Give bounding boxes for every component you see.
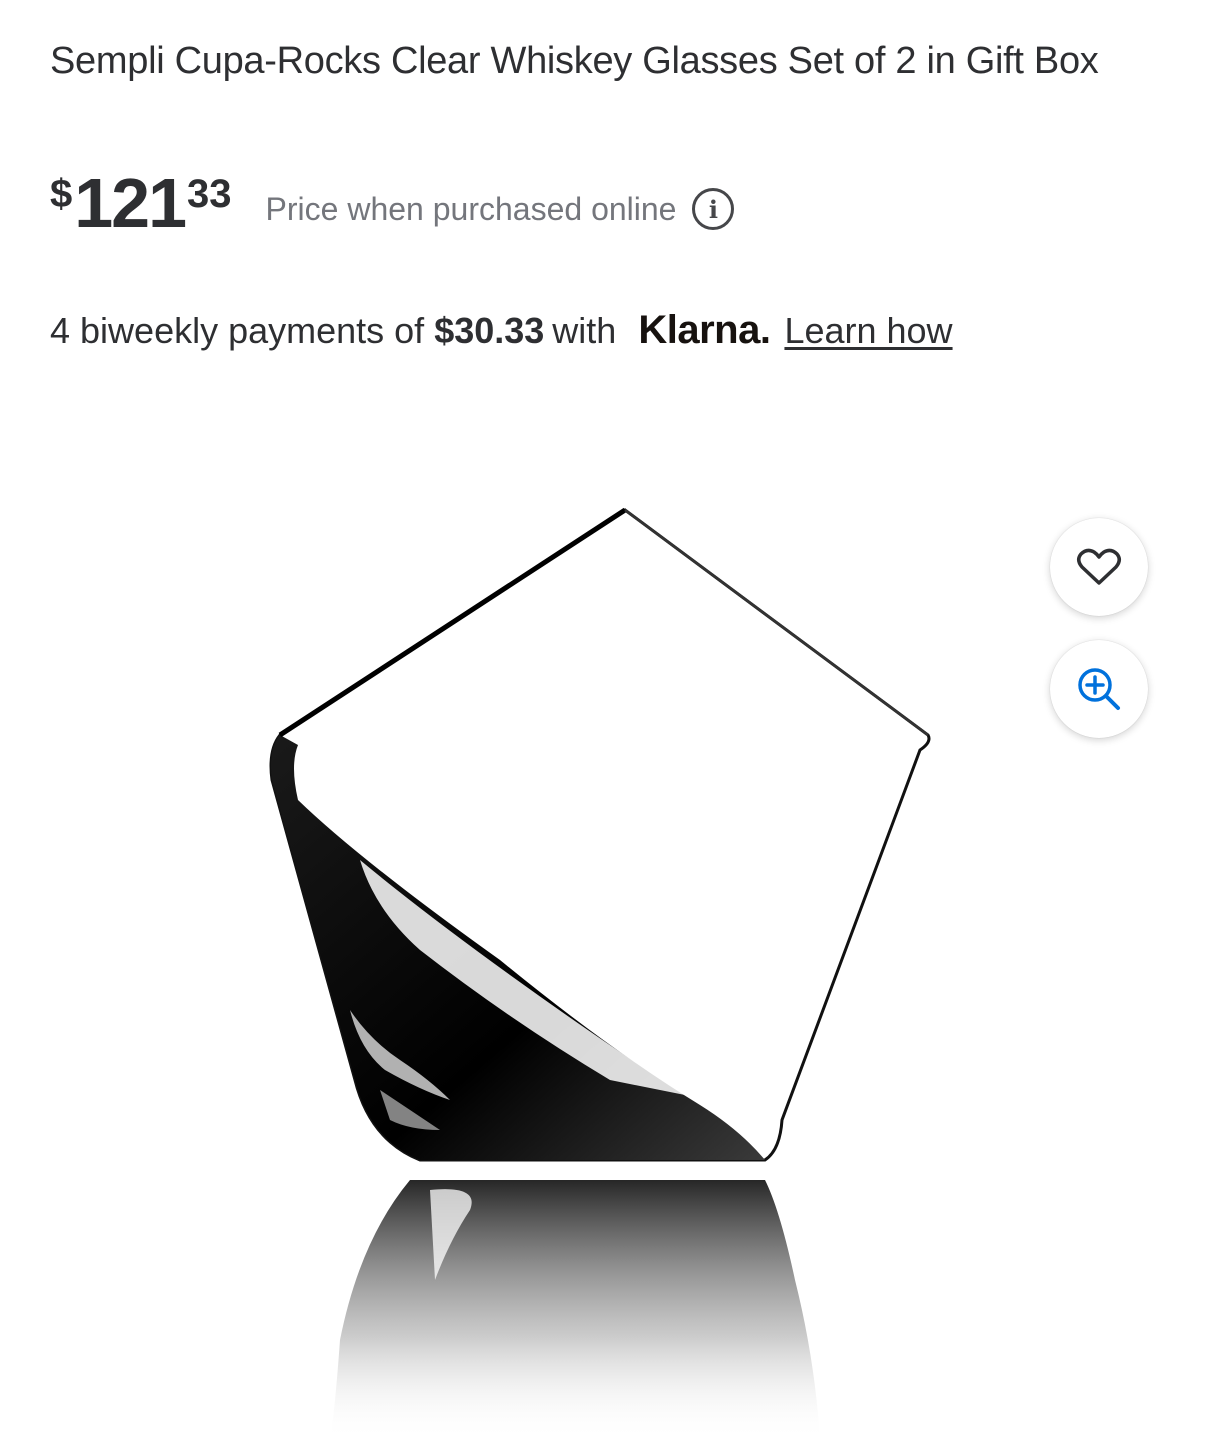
product-title: Sempli Cupa-Rocks Clear Whiskey Glasses … (50, 40, 1099, 82)
zoom-button[interactable] (1050, 640, 1148, 738)
price-row: $ 121 33 Price when purchased online i (50, 168, 735, 238)
info-icon[interactable]: i (692, 188, 735, 230)
klarna-payment-row: 4 biweekly payments of $30.33 with Klarn… (50, 308, 953, 353)
learn-how-link[interactable]: Learn how (784, 310, 952, 352)
favorite-button[interactable] (1050, 518, 1148, 616)
klarna-amount: $30.33 (434, 310, 545, 351)
price-dollars: 121 (74, 164, 187, 242)
product-page: Sempli Cupa-Rocks Clear Whiskey Glasses … (0, 0, 1211, 1440)
product-image[interactable] (180, 480, 1000, 1440)
price-note: Price when purchased online i (266, 188, 735, 230)
price-note-text: Price when purchased online (265, 190, 677, 227)
glass-reflection (330, 1180, 820, 1440)
klarna-with: with (552, 310, 617, 351)
price-cents: 33 (187, 172, 232, 216)
klarna-prefix: 4 biweekly payments of (50, 310, 425, 351)
price-currency: $ (50, 172, 73, 216)
heart-icon (1077, 548, 1121, 585)
price: $ 121 33 (50, 168, 232, 238)
zoom-in-icon (1078, 668, 1120, 710)
klarna-logo: Klarna. (638, 308, 771, 352)
